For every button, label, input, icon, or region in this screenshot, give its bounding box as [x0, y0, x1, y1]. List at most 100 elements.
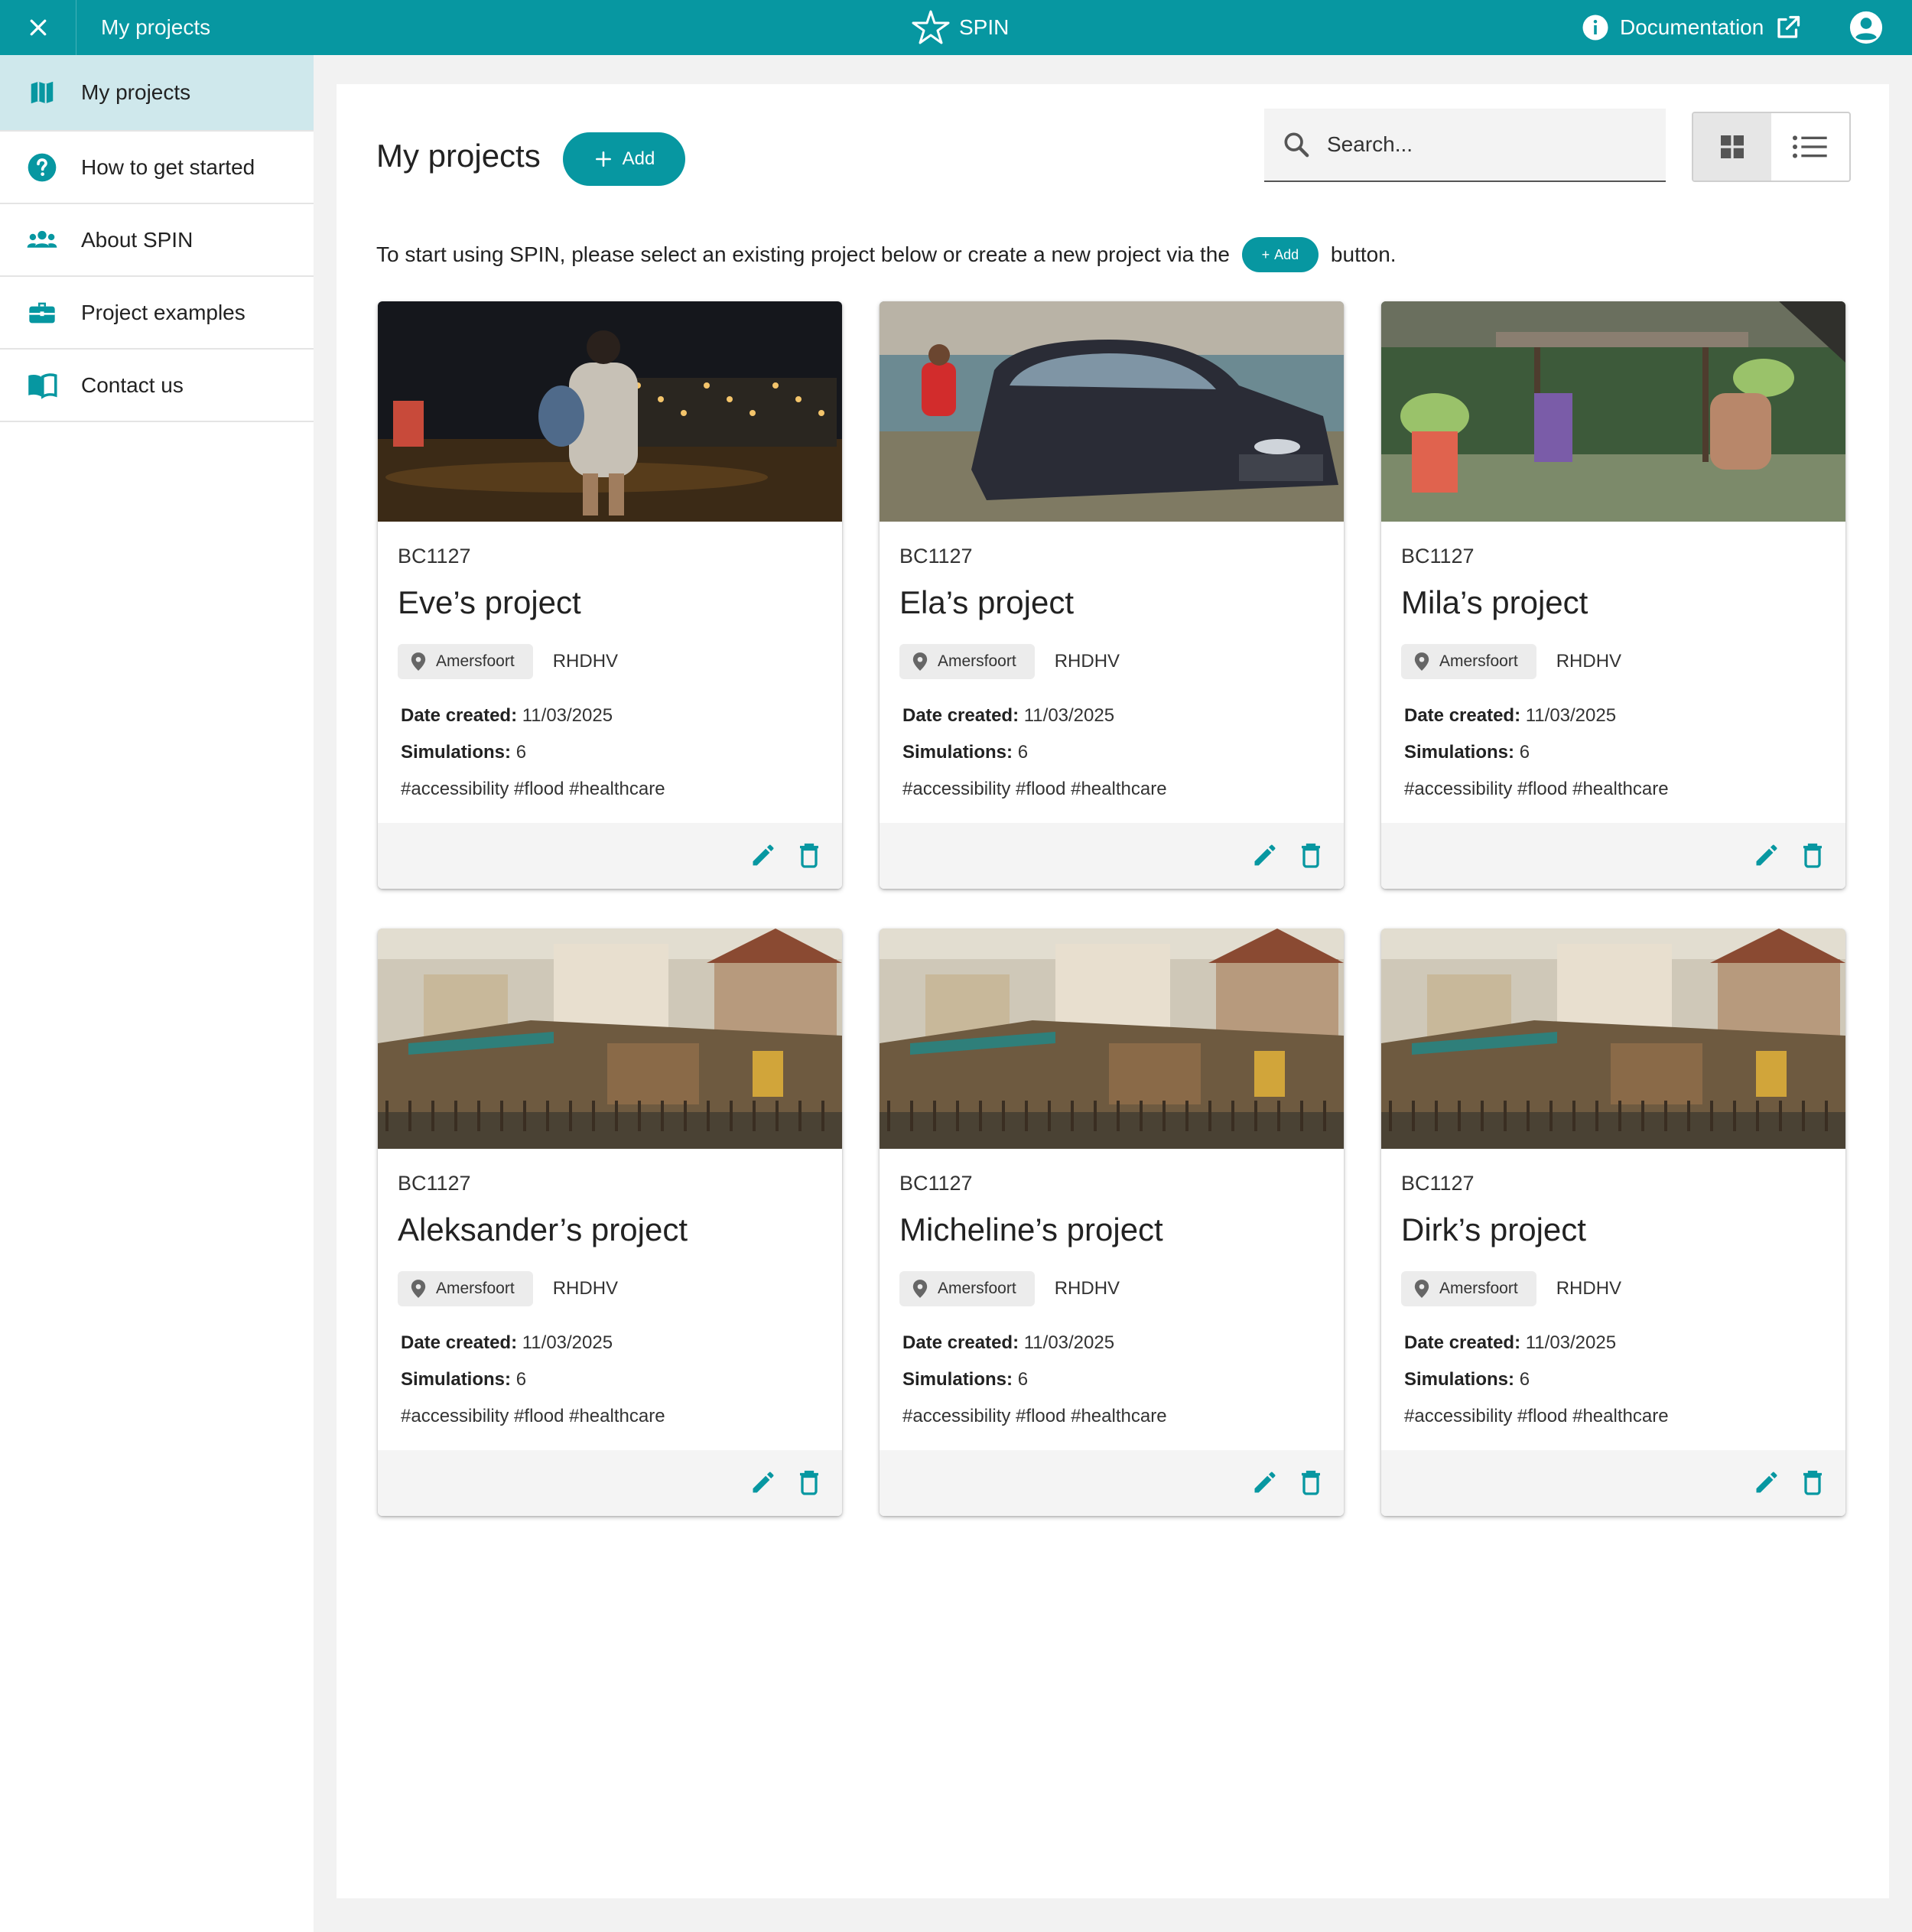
project-card[interactable]: BC1127 Eve’s project Amersfoort RHDHV Da… — [378, 301, 842, 889]
project-tags-row: Amersfoort RHDHV — [398, 1271, 618, 1306]
project-card[interactable]: BC1127 Micheline’s project Amersfoort RH… — [880, 929, 1344, 1516]
project-code: BC1127 — [398, 1172, 471, 1195]
edit-pencil-icon[interactable] — [1753, 841, 1780, 869]
project-image-riverside-houses — [880, 929, 1344, 1149]
simulations-value: 6 — [1519, 1369, 1530, 1390]
plus-icon: + — [1261, 246, 1270, 262]
external-link-icon — [1777, 15, 1800, 38]
organization-label: RHDHV — [1054, 1278, 1120, 1299]
simulations-count: Simulations: 6 — [401, 1369, 526, 1390]
project-title: Mila’s project — [1401, 584, 1588, 620]
search-field[interactable] — [1264, 109, 1666, 182]
edit-pencil-icon[interactable] — [1251, 841, 1279, 869]
simulations-label: Simulations: — [1404, 742, 1515, 763]
delete-trash-icon[interactable] — [795, 1469, 823, 1496]
date-created-value: 11/03/2025 — [1023, 705, 1115, 726]
sidebar-item-label: Contact us — [81, 372, 184, 397]
sidebar-item-about-spin[interactable]: About SPIN — [0, 204, 314, 277]
search-input[interactable] — [1327, 132, 1633, 157]
list-view-button[interactable] — [1771, 113, 1849, 181]
project-hashtags: #accessibility #flood #healthcare — [401, 779, 665, 799]
simulations-label: Simulations: — [401, 742, 512, 763]
inline-add-button[interactable]: + Add — [1241, 237, 1319, 272]
location-label: Amersfoort — [938, 1280, 1016, 1297]
project-card[interactable]: BC1127 Dirk’s project Amersfoort RHDHV D… — [1381, 929, 1845, 1516]
sidebar-item-label: My projects — [81, 80, 191, 104]
breadcrumb: My projects — [101, 15, 211, 39]
location-pin-icon — [1414, 652, 1429, 671]
project-tags-row: Amersfoort RHDHV — [398, 644, 618, 679]
edit-pencil-icon[interactable] — [750, 1469, 777, 1496]
location-pin-icon — [411, 1280, 426, 1298]
organization-label: RHDHV — [552, 651, 619, 672]
delete-trash-icon[interactable] — [1799, 1469, 1826, 1496]
location-label: Amersfoort — [938, 652, 1016, 670]
info-icon — [1582, 15, 1608, 41]
delete-trash-icon[interactable] — [795, 841, 823, 869]
delete-trash-icon[interactable] — [1799, 841, 1826, 869]
delete-trash-icon[interactable] — [1297, 841, 1325, 869]
project-code: BC1127 — [899, 545, 973, 568]
location-chip: Amersfoort — [899, 1271, 1035, 1306]
simulations-value: 6 — [1519, 742, 1530, 763]
project-grid: BC1127 Eve’s project Amersfoort RHDHV Da… — [378, 301, 1846, 1516]
edit-pencil-icon[interactable] — [750, 841, 777, 869]
card-actions — [880, 1450, 1344, 1516]
location-chip: Amersfoort — [1401, 1271, 1536, 1306]
top-app-bar: My projects SPIN Documentation — [0, 0, 1912, 55]
spin-logo-icon — [912, 10, 950, 44]
close-menu-button[interactable] — [0, 0, 76, 55]
location-pin-icon — [1414, 1280, 1429, 1298]
simulations-label: Simulations: — [902, 1369, 1013, 1390]
add-project-button[interactable]: Add — [563, 132, 685, 186]
card-actions — [1381, 823, 1845, 889]
sidebar-item-label: About SPIN — [81, 227, 193, 252]
project-title: Micheline’s project — [899, 1212, 1163, 1247]
project-code: BC1127 — [1401, 1172, 1475, 1195]
project-card[interactable]: BC1127 Mila’s project Amersfoort RHDHV D… — [1381, 301, 1845, 889]
grid-view-button[interactable] — [1693, 113, 1771, 181]
date-created-value: 11/03/2025 — [522, 705, 613, 726]
project-code: BC1127 — [899, 1172, 973, 1195]
delete-trash-icon[interactable] — [1297, 1469, 1325, 1496]
project-tags-row: Amersfoort RHDHV — [1401, 644, 1621, 679]
edit-pencil-icon[interactable] — [1753, 1469, 1780, 1496]
sidebar-item-contact-us[interactable]: Contact us — [0, 350, 314, 422]
sidebar-item-label: How to get started — [81, 154, 255, 179]
project-tags-row: Amersfoort RHDHV — [899, 1271, 1120, 1306]
organization-label: RHDHV — [1556, 1278, 1622, 1299]
simulations-value: 6 — [1017, 742, 1029, 763]
edit-pencil-icon[interactable] — [1251, 1469, 1279, 1496]
project-hashtags: #accessibility #flood #healthcare — [401, 1406, 665, 1426]
documentation-link[interactable]: Documentation — [1582, 0, 1802, 55]
sidebar-item-my-projects[interactable]: My projects — [0, 55, 314, 132]
project-code: BC1127 — [1401, 545, 1475, 568]
plus-icon — [595, 151, 611, 167]
date-created-label: Date created: — [902, 1332, 1019, 1353]
simulations-label: Simulations: — [401, 1369, 512, 1390]
simulations-label: Simulations: — [1404, 1369, 1515, 1390]
location-chip: Amersfoort — [398, 644, 533, 679]
organization-label: RHDHV — [1054, 651, 1120, 672]
project-image-riverside-houses — [378, 929, 842, 1149]
project-hashtags: #accessibility #flood #healthcare — [1404, 1406, 1669, 1426]
date-created-value: 11/03/2025 — [1023, 1332, 1115, 1353]
sidebar: My projects How to get started About SPI… — [0, 55, 314, 1932]
card-actions — [880, 823, 1344, 889]
simulations-count: Simulations: 6 — [401, 742, 526, 763]
project-hashtags: #accessibility #flood #healthcare — [1404, 779, 1669, 799]
card-actions — [1381, 1450, 1845, 1516]
project-tags-row: Amersfoort RHDHV — [899, 644, 1120, 679]
project-card[interactable]: BC1127 Ela’s project Amersfoort RHDHV Da… — [880, 301, 1344, 889]
list-view-icon — [1793, 135, 1827, 158]
map-icon — [26, 76, 58, 109]
sidebar-item-project-examples[interactable]: Project examples — [0, 277, 314, 350]
sidebar-item-how-to-get-started[interactable]: How to get started — [0, 132, 314, 204]
date-created-value: 11/03/2025 — [1525, 1332, 1617, 1353]
location-pin-icon — [912, 652, 928, 671]
simulations-value: 6 — [515, 1369, 527, 1390]
project-card[interactable]: BC1127 Aleksander’s project Amersfoort R… — [378, 929, 842, 1516]
brand-logo[interactable]: SPIN — [910, 0, 1009, 55]
account-icon[interactable] — [1849, 11, 1883, 44]
brand-name: SPIN — [959, 15, 1010, 39]
